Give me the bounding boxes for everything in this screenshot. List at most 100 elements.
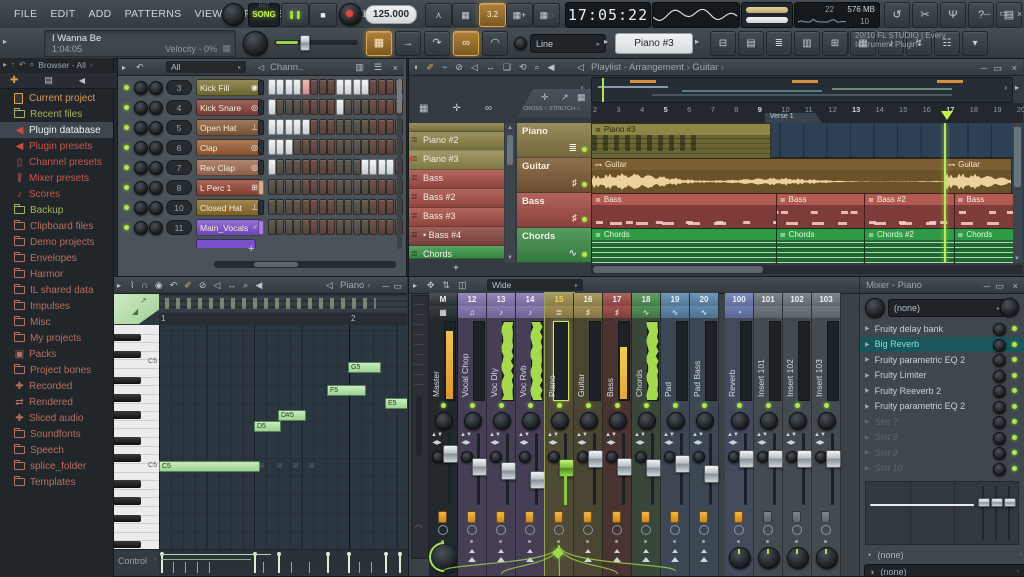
clip-bass-3[interactable]: ≣Bass <box>954 193 1016 229</box>
strip-fx-toggle[interactable] <box>763 511 772 523</box>
step-5[interactable] <box>302 179 310 195</box>
send-slot-1[interactable]: ◔ (none) › <box>860 547 1024 562</box>
channel-pan-knob[interactable] <box>134 201 148 215</box>
verse-marker[interactable]: Verse 1 <box>765 113 822 123</box>
slot-enable-led[interactable] <box>1012 404 1017 409</box>
strip-clock-icon[interactable] <box>763 525 773 535</box>
step-11[interactable] <box>353 99 361 115</box>
step-10[interactable] <box>344 79 352 95</box>
step-10[interactable] <box>344 199 352 215</box>
playlist-hscrollbar[interactable] <box>591 265 1023 274</box>
step-3[interactable] <box>285 119 293 135</box>
app-maximize-button[interactable]: ▭ <box>999 8 1008 19</box>
browser-item-il-shared-data[interactable]: IL shared data <box>0 282 113 298</box>
velocity-lane[interactable] <box>159 549 407 575</box>
pl-minimize[interactable]: ─ <box>981 63 987 73</box>
strip-fader[interactable] <box>739 450 754 468</box>
step-6[interactable] <box>310 179 318 195</box>
slot-enable-led[interactable] <box>1012 419 1017 424</box>
browser-tab-plugins[interactable]: ◀ <box>79 76 85 85</box>
cpu-panel[interactable]: 22 576 MB 10 <box>794 2 880 28</box>
strip-pan-knob[interactable] <box>760 412 778 430</box>
strip-gain-knob[interactable] <box>693 451 705 463</box>
step-12[interactable] <box>361 199 369 215</box>
step-11[interactable] <box>353 79 361 95</box>
strip-fader[interactable] <box>472 458 487 476</box>
slot-arrow-icon[interactable]: ▶ <box>865 372 870 379</box>
step-14[interactable] <box>378 119 386 135</box>
step-7[interactable] <box>319 79 327 95</box>
strip-fader[interactable] <box>675 455 690 473</box>
strip-clock-icon[interactable] <box>612 525 622 535</box>
strip-gain-knob[interactable] <box>490 451 502 463</box>
black-key[interactable] <box>114 351 141 359</box>
slot-arrow-icon[interactable]: ▶ <box>865 434 870 441</box>
mute-icon[interactable]: ⊘ <box>199 280 207 291</box>
main-volume-knob[interactable] <box>222 3 245 26</box>
strip-sep-arrows[interactable]: ▲▼◀▶ <box>576 431 588 448</box>
black-key[interactable] <box>114 377 141 385</box>
step-9[interactable] <box>336 99 344 115</box>
step-9[interactable] <box>336 119 344 135</box>
pr-maximize[interactable]: ▭ <box>393 281 402 292</box>
slot-enable-led[interactable] <box>1012 326 1017 331</box>
strip-gain-knob[interactable] <box>519 451 531 463</box>
slot-mix-knob[interactable] <box>993 447 1006 460</box>
step-10[interactable] <box>344 139 352 155</box>
strip-fader[interactable] <box>704 465 719 483</box>
step-4[interactable] <box>293 199 301 215</box>
mute-speaker-icon[interactable]: ◁ <box>471 62 478 73</box>
zoom-icon[interactable]: ⌕ <box>243 280 248 291</box>
strip-pan-knob[interactable] <box>609 412 627 430</box>
menu-item-patterns[interactable]: PATTERNS <box>125 8 182 20</box>
channel-volume-knob[interactable] <box>149 201 163 215</box>
step-2[interactable] <box>276 219 284 235</box>
eq-fader-2[interactable] <box>991 498 1003 507</box>
strip-pan-knob[interactable] <box>667 412 685 430</box>
channel-pan-knob[interactable] <box>134 181 148 195</box>
step-5[interactable] <box>302 139 310 155</box>
clip-chords-3[interactable]: ≣Chords <box>954 228 1016 263</box>
clip-piano-0[interactable]: ≣Piano #3 <box>591 123 771 159</box>
step-9[interactable] <box>336 159 344 175</box>
browser-header-icon-0[interactable]: ▸ <box>3 60 7 70</box>
strip-fx-toggle[interactable] <box>583 511 592 523</box>
channel-enable-led[interactable] <box>124 225 129 230</box>
channel-mute-strip[interactable] <box>258 140 264 155</box>
channel-button[interactable]: Clap◎ <box>196 139 262 156</box>
slot-arrow-icon[interactable]: ▶ <box>865 403 870 410</box>
step-12[interactable] <box>361 139 369 155</box>
channel-mute-strip[interactable] <box>258 80 264 95</box>
velocity-stick-minor[interactable] <box>185 562 186 573</box>
channel-button[interactable]: L Perc 1⊞ <box>196 179 262 196</box>
strip-sep-arrows[interactable]: ▲▼◀▶ <box>756 431 768 448</box>
strip-clock-icon[interactable] <box>670 525 680 535</box>
target-icon[interactable]: ◉ <box>155 280 163 291</box>
fx-slot-2[interactable]: ▶Big Reverb <box>860 337 1024 352</box>
rack-hscrollbar[interactable] <box>214 261 396 268</box>
browser-button[interactable]: ⊞ <box>822 31 848 56</box>
picker-add-pattern[interactable]: + <box>453 263 459 274</box>
browser-item-current-project[interactable]: Current project <box>0 90 113 106</box>
mixer-strip-reverb[interactable]: 100◔Reverb▲▼◀▶ <box>725 293 754 576</box>
clip-chords-2[interactable]: ≣Chords #2 <box>864 228 954 263</box>
strip-clock-icon[interactable] <box>525 525 535 535</box>
channel-number[interactable]: 6 <box>166 140 192 155</box>
step-5[interactable] <box>302 219 310 235</box>
step-4[interactable] <box>293 159 301 175</box>
channel-pan-knob[interactable] <box>134 161 148 175</box>
paint-icon[interactable]: ⌁ <box>442 62 447 73</box>
note-ds5[interactable]: D#5 <box>278 410 306 421</box>
pattern-volume-knob[interactable] <box>243 31 268 56</box>
menu-item-edit[interactable]: EDIT <box>50 8 75 20</box>
strip-fader[interactable] <box>588 450 603 468</box>
velocity-stick-minor[interactable] <box>291 562 292 573</box>
strip-clock-icon[interactable] <box>583 525 593 535</box>
strip-number[interactable]: M <box>429 293 457 306</box>
mx-menu-icon[interactable]: ▸ <box>413 281 417 290</box>
step-3[interactable] <box>285 99 293 115</box>
browser-item-recorded[interactable]: ✚Recorded <box>0 378 113 394</box>
strip-clock-icon[interactable] <box>554 525 564 535</box>
fx-slot-6[interactable]: ▶Fruity parametric EQ 2 <box>860 399 1024 414</box>
playlist-vscrollbar[interactable]: ▼ <box>1013 123 1022 263</box>
